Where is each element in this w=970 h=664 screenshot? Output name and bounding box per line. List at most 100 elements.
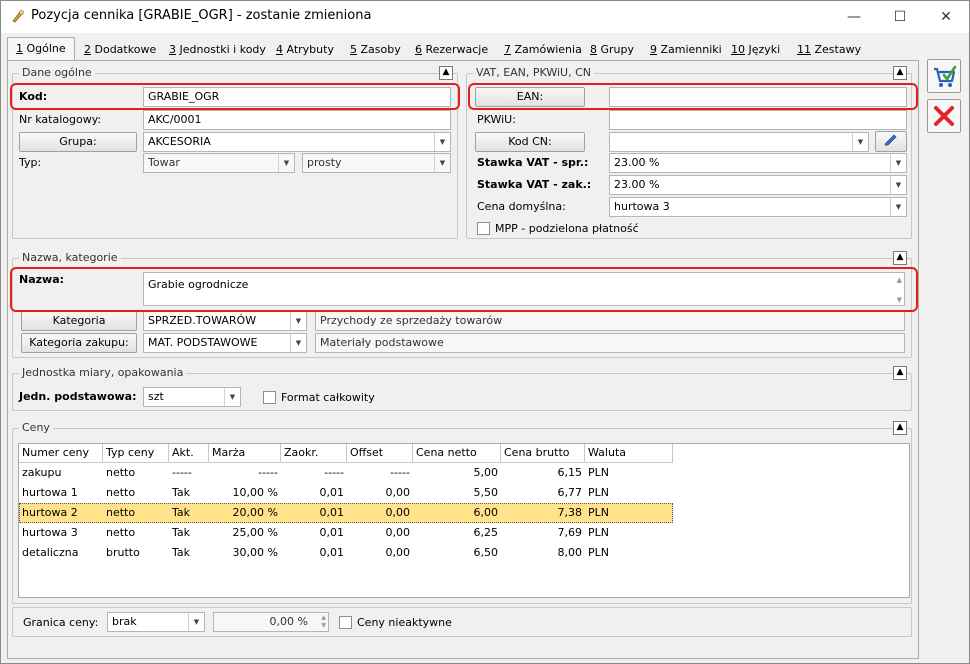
tab-jezyki[interactable]: 10 Języki <box>731 40 780 61</box>
table-cell[interactable]: 10,00 % <box>209 483 281 503</box>
kod-cn-button[interactable]: Kod CN: <box>475 132 585 152</box>
table-cell[interactable]: brutto <box>103 543 169 563</box>
column-header[interactable]: Zaokr. <box>281 444 347 463</box>
cancel-button[interactable] <box>927 99 961 133</box>
collapse-nazwa-icon[interactable]: ▲ <box>893 251 907 265</box>
table-cell[interactable]: 8,00 <box>501 543 585 563</box>
format-calkowity-checkbox[interactable] <box>263 391 276 404</box>
table-cell[interactable]: hurtowa 2 <box>19 503 103 523</box>
cena-domyslna-select[interactable]: hurtowa 3 ▼ <box>609 197 907 217</box>
table-cell[interactable]: Tak <box>169 523 209 543</box>
table-cell[interactable]: PLN <box>585 523 673 543</box>
table-cell[interactable]: detaliczna <box>19 543 103 563</box>
chevron-down-icon[interactable]: ▼ <box>852 133 868 151</box>
table-cell[interactable]: 0,01 <box>281 483 347 503</box>
collapse-ceny-icon[interactable]: ▲ <box>893 421 907 435</box>
chevron-down-icon[interactable]: ▼ <box>890 198 906 216</box>
table-cell[interactable]: 6,50 <box>413 543 501 563</box>
table-cell[interactable]: 0,00 <box>347 543 413 563</box>
tab-grupy[interactable]: 8 Grupy <box>590 40 634 61</box>
table-cell[interactable]: 0,00 <box>347 523 413 543</box>
kategoria-zakupu-button[interactable]: Kategoria zakupu: <box>21 333 137 353</box>
tab-zasoby[interactable]: 5 Zasoby <box>350 40 401 61</box>
table-cell[interactable]: 0,00 <box>347 503 413 523</box>
mpp-checkbox[interactable] <box>477 222 490 235</box>
chevron-down-icon[interactable]: ▼ <box>290 334 306 352</box>
table-cell[interactable]: zakupu <box>19 463 103 483</box>
collapse-vat-icon[interactable]: ▲ <box>893 66 907 80</box>
chevron-down-icon[interactable]: ▼ <box>890 176 906 194</box>
close-icon[interactable]: ✕ <box>923 1 969 33</box>
table-cell[interactable]: 6,15 <box>501 463 585 483</box>
tab-dodatkowe[interactable]: 2 Dodatkowe <box>84 40 156 61</box>
pkwiu-input[interactable] <box>609 110 907 130</box>
chevron-down-icon[interactable]: ▼ <box>434 133 450 151</box>
granica-ceny-select[interactable]: brak ▼ <box>107 612 205 632</box>
chevron-down-icon[interactable]: ▼ <box>188 613 204 631</box>
table-cell[interactable]: hurtowa 1 <box>19 483 103 503</box>
tab-jednostki-i-kody[interactable]: 3 Jednostki i kody <box>169 40 266 61</box>
table-cell[interactable]: 0,01 <box>281 543 347 563</box>
table-cell[interactable]: 0,00 <box>347 483 413 503</box>
table-cell[interactable]: PLN <box>585 543 673 563</box>
minimize-icon[interactable]: — <box>831 1 877 33</box>
column-header[interactable]: Marża <box>209 444 281 463</box>
table-cell[interactable]: 5,00 <box>413 463 501 483</box>
ceny-nieaktywne-checkbox[interactable] <box>339 616 352 629</box>
table-cell[interactable]: PLN <box>585 483 673 503</box>
table-cell[interactable]: PLN <box>585 463 673 483</box>
collapse-jednostka-icon[interactable]: ▲ <box>893 366 907 380</box>
table-cell[interactable]: 6,00 <box>413 503 501 523</box>
table-cell[interactable]: netto <box>103 523 169 543</box>
save-button[interactable] <box>927 59 961 93</box>
vat-spr-select[interactable]: 23.00 % ▼ <box>609 153 907 173</box>
tab-ogolne[interactable]: 1 Ogólne <box>7 37 75 61</box>
table-cell[interactable]: 6,25 <box>413 523 501 543</box>
chevron-down-icon[interactable]: ▼ <box>290 312 306 330</box>
table-cell[interactable]: ----- <box>347 463 413 483</box>
table-cell[interactable]: Tak <box>169 503 209 523</box>
column-header[interactable]: Waluta <box>585 444 673 463</box>
tab-zestawy[interactable]: 11 Zestawy <box>797 40 861 61</box>
table-cell[interactable]: ----- <box>169 463 209 483</box>
tab-zamienniki[interactable]: 9 Zamienniki <box>650 40 722 61</box>
table-cell[interactable]: 5,50 <box>413 483 501 503</box>
table-cell[interactable]: netto <box>103 483 169 503</box>
kategoria-sprzedazy-select[interactable]: SPRZED.TOWARÓW ▼ <box>143 311 307 331</box>
table-cell[interactable]: 7,69 <box>501 523 585 543</box>
table-cell[interactable]: 6,77 <box>501 483 585 503</box>
table-cell[interactable]: Tak <box>169 483 209 503</box>
maximize-icon[interactable]: ☐ <box>877 1 923 33</box>
nr-katalogowy-input[interactable]: AKC/0001 <box>143 110 451 130</box>
table-cell[interactable]: Tak <box>169 543 209 563</box>
table-cell[interactable]: 30,00 % <box>209 543 281 563</box>
column-header[interactable]: Cena netto <box>413 444 501 463</box>
tab-zamowienia[interactable]: 7 Zamówienia <box>504 40 582 61</box>
table-cell[interactable]: hurtowa 3 <box>19 523 103 543</box>
table-cell[interactable]: 7,38 <box>501 503 585 523</box>
column-header[interactable]: Cena brutto <box>501 444 585 463</box>
table-cell[interactable]: 20,00 % <box>209 503 281 523</box>
chevron-down-icon[interactable]: ▼ <box>890 154 906 172</box>
table-cell[interactable]: ----- <box>281 463 347 483</box>
kategoria-zakupu-select[interactable]: MAT. PODSTAWOWE ▼ <box>143 333 307 353</box>
table-cell[interactable]: 0,01 <box>281 503 347 523</box>
collapse-dane-ogolne-icon[interactable]: ▲ <box>439 66 453 80</box>
table-cell[interactable]: PLN <box>585 503 673 523</box>
chevron-down-icon[interactable]: ▼ <box>224 388 240 406</box>
jedn-podstawowa-select[interactable]: szt ▼ <box>143 387 241 407</box>
tab-rezerwacje[interactable]: 6 Rezerwacje <box>415 40 488 61</box>
kategoria-sprzedazy-button[interactable]: Kategoria sprzedaży: <box>21 311 137 345</box>
edit-cn-button[interactable] <box>875 131 907 152</box>
vat-zak-select[interactable]: 23.00 % ▼ <box>609 175 907 195</box>
ceny-table[interactable]: Numer ceny Typ ceny Akt. Marża Zaokr. Of… <box>18 443 910 598</box>
table-cell[interactable]: 25,00 % <box>209 523 281 543</box>
table-cell[interactable]: netto <box>103 503 169 523</box>
table-cell[interactable]: ----- <box>209 463 281 483</box>
tab-atrybuty[interactable]: 4 Atrybuty <box>276 40 334 61</box>
kod-cn-select[interactable]: ▼ <box>609 132 869 152</box>
table-cell[interactable]: 0,01 <box>281 523 347 543</box>
table-cell[interactable]: netto <box>103 463 169 483</box>
column-header[interactable]: Offset <box>347 444 413 463</box>
grupa-select[interactable]: AKCESORIA ▼ <box>143 132 451 152</box>
